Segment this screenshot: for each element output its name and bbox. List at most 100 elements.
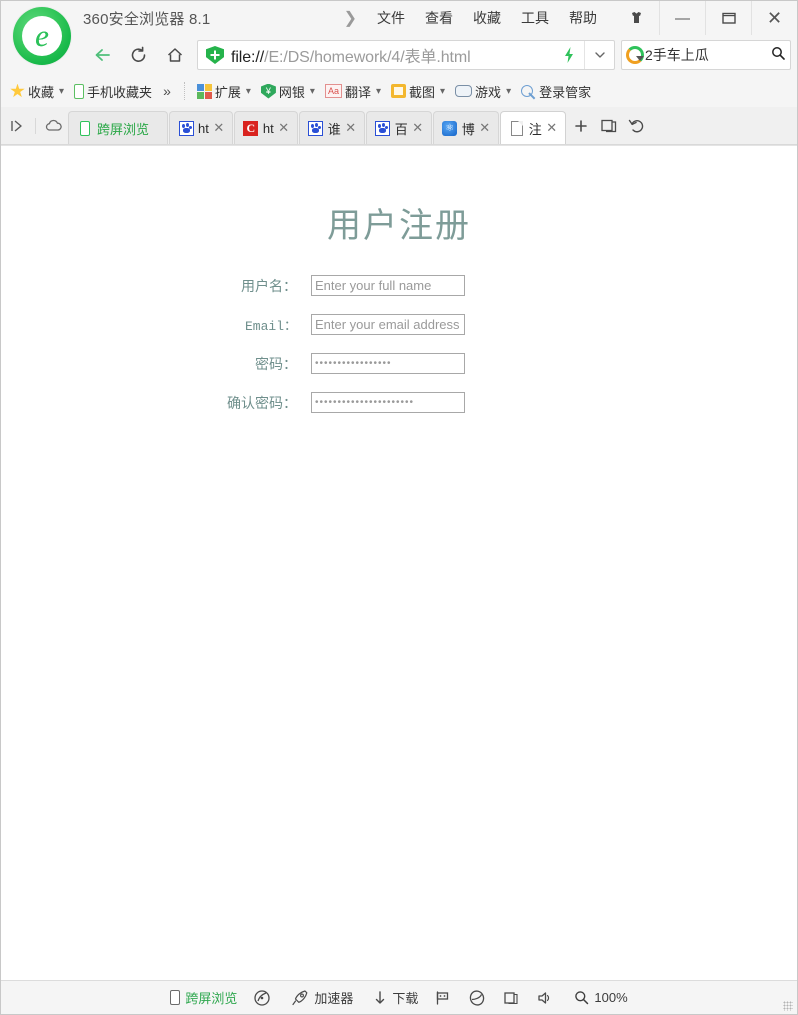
page-title: 用户注册 xyxy=(327,208,471,245)
chevron-down-icon[interactable] xyxy=(584,41,614,69)
bookmark-login-manager[interactable]: 登录管家 xyxy=(516,79,596,103)
search-input[interactable]: 2手车上瓜 xyxy=(645,45,770,65)
login-manager-icon xyxy=(521,84,536,99)
search-icon[interactable] xyxy=(770,46,786,64)
password-field[interactable] xyxy=(311,353,465,374)
gamepad-icon xyxy=(455,85,473,97)
chevron-down-icon[interactable]: ▾ xyxy=(310,86,315,97)
tab-label: 博 xyxy=(461,121,475,137)
status-window[interactable] xyxy=(496,985,530,1011)
close-button[interactable]: ✕ xyxy=(751,1,797,35)
window-icon xyxy=(502,989,520,1007)
resize-grip-icon[interactable] xyxy=(783,1001,793,1011)
phone-icon xyxy=(74,83,85,99)
status-flag[interactable] xyxy=(428,985,462,1011)
bookmark-games[interactable]: 游戏 ▾ xyxy=(450,79,516,103)
chevron-down-icon[interactable]: ▾ xyxy=(376,86,381,97)
status-speeddial[interactable] xyxy=(247,985,281,1011)
bookmark-online-bank[interactable]: ¥ 网银 ▾ xyxy=(256,79,320,103)
menu-favorites[interactable]: 收藏 xyxy=(463,1,511,35)
tab-label: 跨屏浏览 xyxy=(97,121,150,137)
address-bar[interactable]: file:///E:/DS/homework/4/表单.html xyxy=(197,40,615,70)
window-title: 360安全浏览器 8.1 xyxy=(83,10,211,28)
skin-icon[interactable] xyxy=(613,1,659,35)
tab-label: 谁 xyxy=(327,121,341,137)
cloud-icon[interactable] xyxy=(40,108,68,144)
security-shield-icon[interactable] xyxy=(206,46,224,64)
bookmark-extensions[interactable]: 扩展 ▾ xyxy=(192,79,256,103)
home-icon[interactable] xyxy=(157,40,193,70)
search-box[interactable]: 2手车上瓜 xyxy=(621,40,791,70)
email-label: Email： xyxy=(244,319,297,334)
maximize-button[interactable] xyxy=(705,1,751,35)
status-browser-mode[interactable] xyxy=(462,985,496,1011)
speed-dial-icon xyxy=(253,989,271,1007)
confirm-password-field[interactable] xyxy=(311,392,465,413)
bookmark-mobile-favorites[interactable]: 手机收藏夹 xyxy=(69,79,157,103)
form-row-password: 密码： xyxy=(1,353,797,374)
title-bar: e 360安全浏览器 8.1 ❯ 文件 查看 收藏 工具 帮助 — ✕ xyxy=(1,1,797,65)
tab-close-icon[interactable]: ✕ xyxy=(212,120,226,136)
menu-file[interactable]: 文件 xyxy=(367,1,415,35)
tab-item[interactable]: 百 ✕ xyxy=(365,111,432,144)
tab-crossscreen[interactable]: 跨屏浏览 xyxy=(68,111,168,144)
bookmarks-divider xyxy=(183,82,185,100)
status-crossscreen[interactable]: 跨屏浏览 xyxy=(160,985,247,1011)
menu-tools[interactable]: 工具 xyxy=(511,1,559,35)
tab-item[interactable]: ht ✕ xyxy=(169,111,233,144)
sidebar-toggle-icon[interactable] xyxy=(3,108,31,144)
chevron-down-icon[interactable]: ▾ xyxy=(440,86,445,97)
restore-tab-icon[interactable] xyxy=(595,108,623,144)
bookmark-translate-label: 翻译 xyxy=(344,84,371,100)
tab-close-icon[interactable]: ✕ xyxy=(344,120,358,136)
status-accelerator[interactable]: 加速器 xyxy=(281,985,363,1011)
bookmark-mobile-favorites-label: 手机收藏夹 xyxy=(87,84,153,100)
baidu-paw-icon xyxy=(375,120,391,136)
email-field[interactable] xyxy=(311,314,465,335)
bookmark-games-label: 游戏 xyxy=(475,84,502,100)
chevron-down-icon[interactable]: ▾ xyxy=(246,86,251,97)
new-tab-icon[interactable] xyxy=(567,108,595,144)
reload-icon[interactable] xyxy=(121,40,157,70)
lightning-bolt-icon[interactable] xyxy=(554,41,584,69)
tab-close-icon[interactable]: ✕ xyxy=(478,120,492,136)
status-download-label: 下载 xyxy=(392,991,419,1006)
tab-item[interactable]: C ht ✕ xyxy=(233,111,298,144)
tab-label: ht xyxy=(262,120,274,136)
status-download[interactable]: 下载 xyxy=(363,985,428,1011)
baidu-paw-icon xyxy=(178,120,194,136)
address-bar-url[interactable]: file:///E:/DS/homework/4/表单.html xyxy=(231,43,554,67)
tab-item[interactable]: ⚛ 博 ✕ xyxy=(432,111,499,144)
form-row-fullname: 用户名： xyxy=(1,275,797,296)
tab-strip: 跨屏浏览 ht ✕ C ht ✕ 谁 ✕ 百 ✕ ⚛ 博 ✕ 注 ✕ xyxy=(1,107,797,145)
tab-item[interactable]: 谁 ✕ xyxy=(298,111,365,144)
bookmark-screenshot[interactable]: 截图 ▾ xyxy=(386,79,450,103)
double-chevron-right-icon[interactable]: » xyxy=(157,83,177,99)
undo-icon[interactable] xyxy=(623,108,651,144)
chevron-down-icon[interactable]: ▾ xyxy=(59,86,64,97)
form-row-confirm-password: 确认密码： xyxy=(1,392,797,413)
bookmark-translate[interactable]: Aa 翻译 ▾ xyxy=(320,79,386,103)
minimize-button[interactable]: — xyxy=(659,1,705,35)
chevron-down-icon[interactable]: ▾ xyxy=(506,86,511,97)
menu-view[interactable]: 查看 xyxy=(415,1,463,35)
tab-label: 注 xyxy=(528,121,542,137)
baidu-paw-icon xyxy=(308,120,324,136)
status-zoom[interactable]: 100% xyxy=(564,985,637,1011)
phone-icon xyxy=(170,990,181,1005)
bookmark-login-manager-label: 登录管家 xyxy=(539,84,592,100)
tab-close-icon[interactable]: ✕ xyxy=(545,120,559,136)
tab-close-icon[interactable]: ✕ xyxy=(277,120,291,136)
fullname-field[interactable] xyxy=(311,275,465,296)
status-audio[interactable] xyxy=(530,985,564,1011)
tab-item-active[interactable]: 注 ✕ xyxy=(499,111,566,144)
registration-form: 用户名： Email： 密码： 确认密码： xyxy=(1,275,797,413)
speaker-icon xyxy=(536,989,554,1007)
bookmark-favorites[interactable]: 收藏 ▾ xyxy=(5,79,69,103)
menu-help[interactable]: 帮助 xyxy=(559,1,607,35)
status-accelerator-label: 加速器 xyxy=(314,991,354,1006)
chevron-right-icon[interactable]: ❯ xyxy=(334,8,367,28)
bookmark-extensions-label: 扩展 xyxy=(214,84,241,100)
tab-close-icon[interactable]: ✕ xyxy=(411,120,425,136)
back-arrow-icon[interactable] xyxy=(85,40,121,70)
